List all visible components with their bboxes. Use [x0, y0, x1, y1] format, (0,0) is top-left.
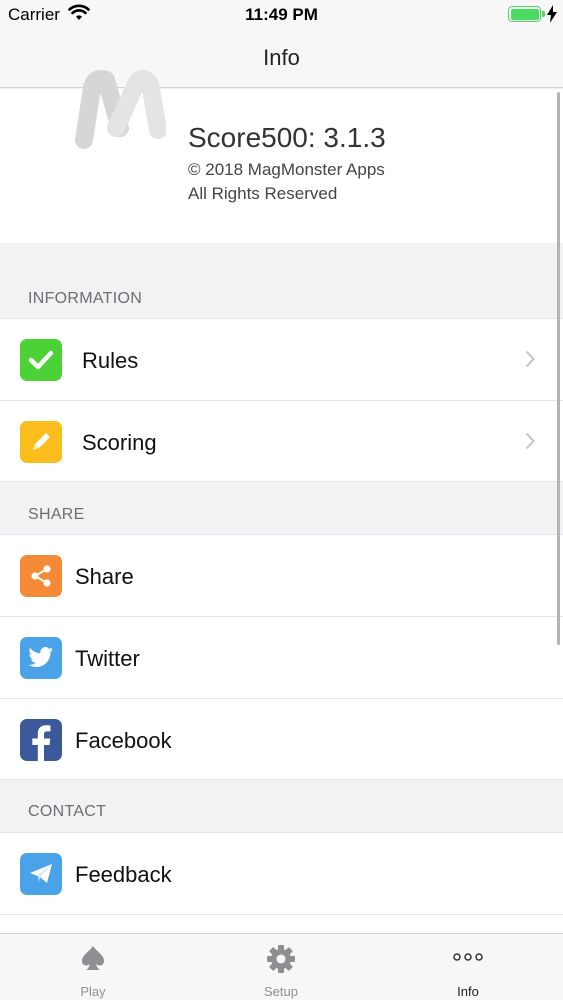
more-dots-icon — [408, 952, 528, 962]
chevron-right-icon — [525, 350, 535, 373]
pencil-icon — [20, 421, 62, 463]
spade-icon — [33, 944, 153, 972]
facebook-f-icon — [20, 719, 62, 761]
gear-icon — [221, 944, 341, 974]
tab-play[interactable]: Play — [33, 934, 153, 1000]
battery-cap — [542, 11, 545, 17]
battery-icon — [508, 6, 541, 22]
row-scoring[interactable]: Scoring — [0, 400, 563, 482]
row-share[interactable]: Share — [0, 534, 563, 616]
tab-label-setup: Setup — [264, 984, 298, 999]
share-icon — [20, 555, 62, 597]
row-label-rules: Rules — [82, 348, 139, 373]
tab-label-play: Play — [80, 984, 106, 999]
paper-plane-icon — [20, 853, 62, 895]
clock: 11:49 PM — [245, 5, 318, 24]
tab-setup[interactable]: Setup — [221, 934, 341, 1000]
row-label-share: Share — [75, 564, 134, 589]
app-name-version: Score500: 3.1.3 — [188, 122, 386, 153]
scrollbar[interactable] — [557, 92, 560, 645]
section-header-contact: CONTACT — [28, 803, 107, 820]
app-logo — [74, 38, 167, 161]
row-label-scoring: Scoring — [82, 430, 157, 455]
row-rules[interactable]: Rules — [0, 318, 563, 400]
tab-info[interactable]: Info — [408, 934, 528, 1000]
status-bar: Carrier 11:49 PM — [0, 0, 563, 30]
tab-label-info: Info — [457, 984, 479, 999]
row-twitter[interactable]: Twitter — [0, 616, 563, 698]
rights-text: All Rights Reserved — [188, 184, 338, 203]
row-label-twitter: Twitter — [75, 646, 140, 671]
divider — [0, 481, 563, 482]
row-label-feedback: Feedback — [75, 862, 172, 887]
row-label-facebook: Facebook — [75, 728, 172, 753]
list-item[interactable] — [0, 914, 563, 934]
charging-bolt-icon — [547, 5, 557, 28]
section-header-information: INFORMATION — [28, 290, 143, 307]
checkmark-icon — [20, 339, 62, 381]
section-header-share: SHARE — [28, 506, 85, 523]
row-feedback[interactable]: Feedback — [0, 832, 563, 914]
twitter-bird-icon — [20, 637, 62, 679]
tab-bar: Play Setup Info — [0, 933, 563, 1000]
divider — [0, 779, 563, 780]
row-facebook[interactable]: Facebook — [0, 698, 563, 780]
chevron-right-icon — [525, 432, 535, 455]
copyright-text: © 2018 MagMonster Apps — [188, 160, 385, 179]
